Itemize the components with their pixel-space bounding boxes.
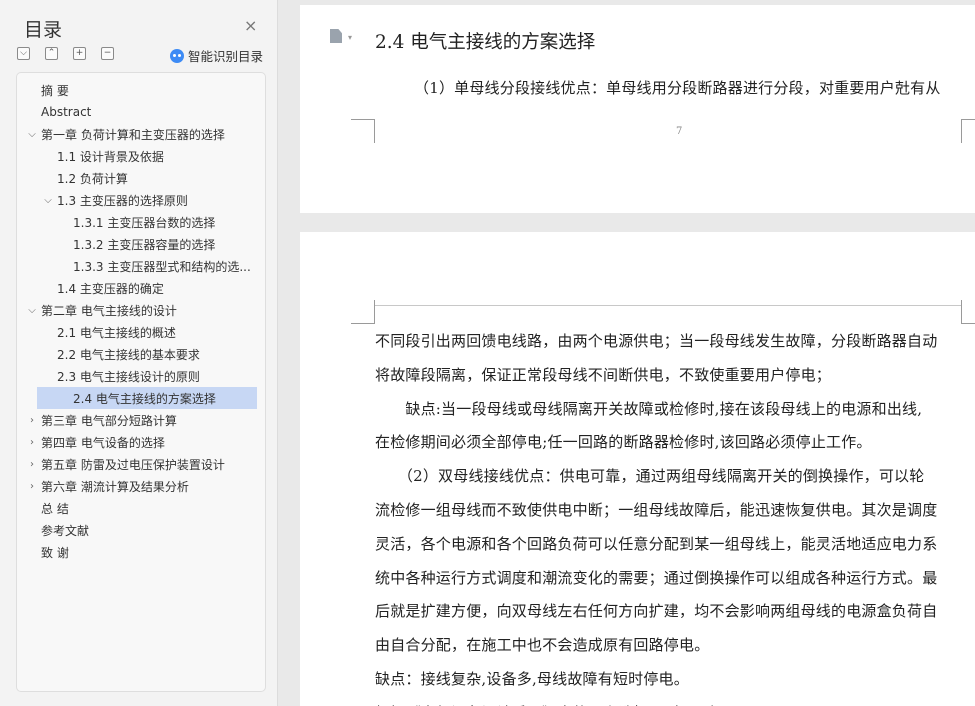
page-corner-mark <box>351 119 375 143</box>
toc-item[interactable]: ⌵ 第一章 负荷计算和主变压器的选择 <box>17 123 265 145</box>
toc-item[interactable]: 1.1 设计背景及依据 <box>17 145 265 167</box>
collapse-all-icon[interactable]: ⌵ <box>17 47 30 60</box>
paragraph-line: 在检修期间必须全部停电;任一回路的断路器检修时,该回路必须停止工作。 <box>375 433 872 452</box>
toc-item[interactable]: 2.2 电气主接线的基本要求 <box>17 343 265 365</box>
paragraph-line: 根据《电气设备设计手册》中的以上选择原则，可知。 <box>375 702 740 706</box>
toc-item[interactable]: 1.3.3 主变压器型式和结构的选... <box>17 255 265 277</box>
page-corner-mark <box>351 300 375 324</box>
toc-item-label: 1.3 主变压器的选择原则 <box>57 193 188 208</box>
toc-item-label: 第六章 潮流计算及结果分析 <box>41 479 189 494</box>
toc-item[interactable]: 1.2 负荷计算 <box>17 167 265 189</box>
toc-item-label: 总 结 <box>41 501 69 516</box>
paragraph-line: 将故障段隔离，保证正常段母线不间断供电，不致使重要用户停电； <box>375 365 832 384</box>
paragraph-line: 后就是扩建方便，向双母线左右任何方向扩建，均不会影响两组母线的电源盒负荷自 <box>375 602 938 621</box>
smart-recognize-toc-button[interactable]: 智能识别目录 <box>170 46 263 65</box>
toc-item[interactable]: 1.3.1 主变压器台数的选择 <box>17 211 265 233</box>
chevron-right-icon[interactable]: › <box>25 415 39 426</box>
toc-item-label: 参考文献 <box>41 523 90 538</box>
toc-item[interactable]: › 第五章 防雷及过电压保护装置设计 <box>17 453 265 475</box>
paragraph-line: 由自合分配，在施工中也不会造成原有回路停电。 <box>375 636 710 655</box>
toc-item[interactable]: 总 结 <box>17 497 265 519</box>
toc-panel: 目录 × ⌵ ⌃ + − 智能识别目录 摘 要 Abstract ⌵ 第一章 负荷计算… <box>0 0 278 706</box>
toc-item-label: 第一章 负荷计算和主变压器的选择 <box>41 127 225 142</box>
paragraph-line: 缺点:当一段母线或母线隔离开关故障或检修时,接在该段母线上的电源和出线, <box>375 399 923 418</box>
toc-item[interactable]: 参考文献 <box>17 519 265 541</box>
document-icon[interactable] <box>330 29 342 43</box>
paragraph-line: 流检修一组母线而不致使供电中断；一组母线故障后，能迅速恢复供电。其次是调度 <box>375 501 938 519</box>
expand-all-icon[interactable]: ⌃ <box>45 47 58 60</box>
paragraph-line: 灵活，各个电源和各个回路负荷可以任意分配到某一组母线上，能灵活地适应电力系 <box>375 534 938 553</box>
toc-item-label: 1.4 主变压器的确定 <box>57 281 164 296</box>
page-corner-mark <box>961 119 975 143</box>
toc-item[interactable]: 1.4 主变压器的确定 <box>17 277 265 299</box>
toc-item-label: 致 谢 <box>41 545 69 560</box>
chevron-right-icon[interactable]: › <box>25 459 39 470</box>
chevron-right-icon[interactable]: › <box>25 481 39 492</box>
chevron-right-icon[interactable]: › <box>25 437 39 448</box>
toc-list: 摘 要 Abstract ⌵ 第一章 负荷计算和主变压器的选择 1.1 设计背景及依据 1… <box>16 72 266 692</box>
toc-item-label: 1.2 负荷计算 <box>57 171 128 186</box>
remove-heading-icon[interactable]: − <box>101 47 114 60</box>
smart-recognize-label: 智能识别目录 <box>188 49 264 64</box>
paragraph-line: 缺点：接线复杂,设备多,母线故障有短时停电。 <box>375 670 689 688</box>
toc-item-label: 1.1 设计背景及依据 <box>57 149 164 164</box>
toc-title: 目录 <box>24 19 63 41</box>
close-icon[interactable]: × <box>244 18 257 34</box>
paragraph-line: 不同段引出两回馈电线路，由两个电源供电；当一段母线发生故障，分段断路器自动 <box>375 332 938 350</box>
toc-item-label: 2.4 电气主接线的方案选择 <box>73 391 216 406</box>
document-page: ▾ 2.4 电气主接线的方案选择 （1）单母线分段接线优点：单母线用分段断路器进… <box>300 5 975 213</box>
toc-item[interactable]: 1.3.2 主变压器容量的选择 <box>17 233 265 255</box>
document-area: ▾ 2.4 电气主接线的方案选择 （1）单母线分段接线优点：单母线用分段断路器进… <box>279 0 975 706</box>
toc-item-label: 1.3.1 主变压器台数的选择 <box>73 215 216 230</box>
toc-item-label: 第三章 电气部分短路计算 <box>41 413 177 428</box>
header-line <box>375 305 961 306</box>
toc-item-label: 1.3.3 主变压器型式和结构的选... <box>73 259 251 274</box>
dropdown-arrow-icon[interactable]: ▾ <box>348 33 352 42</box>
toc-item[interactable]: 2.1 电气主接线的概述 <box>17 321 265 343</box>
toc-item-label: Abstract <box>41 105 92 119</box>
toc-item[interactable]: ⌵ 1.3 主变压器的选择原则 <box>17 189 265 211</box>
toc-item-label: 2.3 电气主接线设计的原则 <box>57 369 200 384</box>
toc-item[interactable]: 摘 要 <box>17 79 265 101</box>
page-number: 7 <box>676 126 683 137</box>
document-page: 不同段引出两回馈电线路，由两个电源供电；当一段母线发生故障，分段断路器自动 将故障… <box>300 232 975 706</box>
toc-item[interactable]: Abstract <box>17 101 265 123</box>
paragraph-line: （2）双母线接线优点：供电可靠，通过两组母线隔离开关的倒换操作，可以轮 <box>375 467 925 486</box>
ai-assistant-icon <box>170 48 184 63</box>
toc-item[interactable]: › 第四章 电气设备的选择 <box>17 431 265 453</box>
toc-toolbar: ⌵ ⌃ + − <box>17 47 114 60</box>
toc-item-label: 第五章 防雷及过电压保护装置设计 <box>41 457 225 472</box>
toc-item[interactable]: › 第六章 潮流计算及结果分析 <box>17 475 265 497</box>
toc-item[interactable]: ⌵ 第二章 电气主接线的设计 <box>17 299 265 321</box>
toc-item-label: 1.3.2 主变压器容量的选择 <box>73 237 216 252</box>
toc-item-label: 第二章 电气主接线的设计 <box>41 303 177 318</box>
add-heading-icon[interactable]: + <box>73 47 86 60</box>
page-corner-mark <box>961 300 975 324</box>
toc-item-label: 2.1 电气主接线的概述 <box>57 325 176 340</box>
paragraph-line: （1）单母线分段接线优点：单母线用分段断路器进行分段，对重要用户兙有从 <box>414 79 941 97</box>
toc-item-label: 摘 要 <box>41 83 69 98</box>
toc-item[interactable]: 致 谢 <box>17 541 265 563</box>
paragraph-line: 统中各种运行方式调度和潮流变化的需要；通过倒换操作可以组成各种运行方式。最 <box>375 568 938 587</box>
toc-item-label: 第四章 电气设备的选择 <box>41 435 165 450</box>
section-heading: 2.4 电气主接线的方案选择 <box>375 32 596 53</box>
toc-item[interactable]: 2.4 电气主接线的方案选择 <box>37 387 257 409</box>
toc-item[interactable]: › 第三章 电气部分短路计算 <box>17 409 265 431</box>
chevron-down-icon[interactable]: ⌵ <box>25 129 39 140</box>
chevron-down-icon[interactable]: ⌵ <box>25 305 39 316</box>
chevron-down-icon[interactable]: ⌵ <box>41 195 55 206</box>
toc-item-label: 2.2 电气主接线的基本要求 <box>57 347 200 362</box>
toc-item[interactable]: 2.3 电气主接线设计的原则 <box>17 365 265 387</box>
